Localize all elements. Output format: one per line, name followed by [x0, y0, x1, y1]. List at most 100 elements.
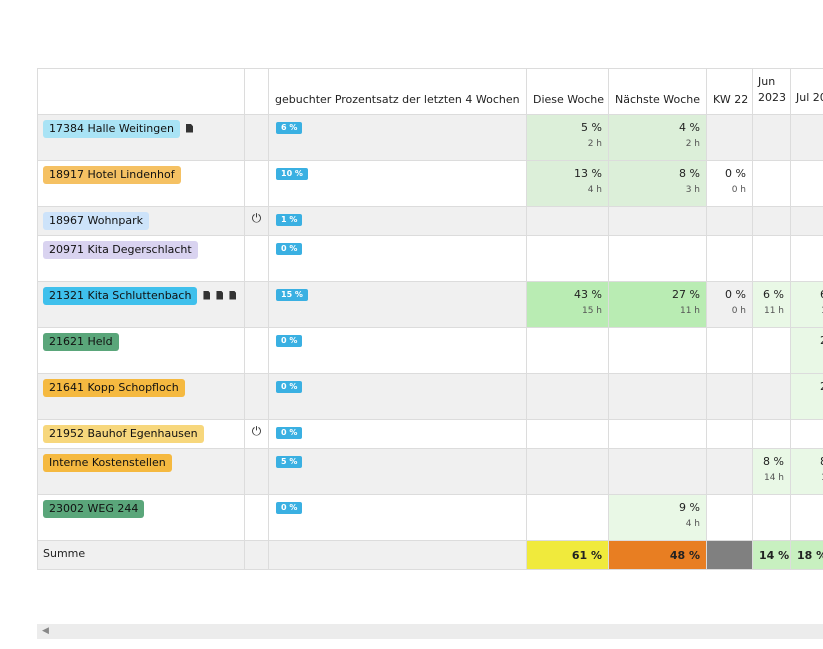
week-jun-cell[interactable]: [752, 327, 791, 374]
week-next_week-cell[interactable]: [608, 448, 707, 495]
week-jun-cell[interactable]: [752, 114, 791, 161]
percent-value: 27 %: [672, 288, 700, 301]
hours-value: 2 h: [685, 139, 700, 149]
table-row[interactable]: 18967 Wohnpark ⏻ 1 %: [37, 206, 823, 236]
project-badge[interactable]: 21321 Kita Schluttenbach: [43, 287, 198, 305]
power-icon[interactable]: ⏻: [246, 424, 268, 439]
table-row[interactable]: 21321 Kita Schluttenbach 15 % 43 % 15 h 27 %…: [37, 281, 823, 328]
week-kw22-cell[interactable]: 0 % 0 h: [706, 281, 753, 328]
week-this_week-cell[interactable]: [526, 327, 609, 374]
project-badge[interactable]: 20971 Kita Degerschlacht: [43, 241, 198, 259]
header-next-week[interactable]: Nächste Woche: [608, 68, 707, 115]
table-row[interactable]: 21621 Held 0 % 2 %4 h: [37, 327, 823, 374]
percent-value: 13 %: [574, 167, 602, 180]
table-row[interactable]: 23002 WEG 244 0 % 9 % 4 h: [37, 494, 823, 541]
header-icon: [244, 68, 269, 115]
summary-row: Summe 61 %48 % 14 %18 %: [37, 540, 823, 570]
project-badge[interactable]: 21952 Bauhof Egenhausen: [43, 425, 204, 443]
project-badge[interactable]: 18917 Hotel Lindenhof: [43, 166, 181, 184]
week-jun-cell[interactable]: [752, 206, 791, 236]
week-jul-cell[interactable]: [790, 206, 823, 236]
week-jul-cell[interactable]: [790, 235, 823, 282]
week-jul-cell[interactable]: [790, 419, 823, 449]
project-badge[interactable]: 18967 Wohnpark: [43, 212, 150, 230]
week-next_week-cell[interactable]: [608, 373, 707, 420]
header-jun-2023[interactable]: Jun 2023: [752, 68, 791, 115]
document-icon[interactable]: [203, 290, 211, 300]
header-kw22[interactable]: KW 22: [706, 68, 753, 115]
week-this_week-cell[interactable]: [526, 373, 609, 420]
week-jun-cell[interactable]: [752, 373, 791, 420]
arrow-left-icon[interactable]: ◀: [42, 626, 49, 636]
hours-value: 3 h: [685, 185, 700, 195]
week-kw22-cell[interactable]: [706, 206, 753, 236]
week-this_week-cell[interactable]: 13 % 4 h: [526, 160, 609, 207]
week-jul-cell[interactable]: 2 %4 h: [790, 327, 823, 374]
hours-value: 15 h: [581, 306, 602, 316]
week-jul-cell[interactable]: 8 %14 h: [790, 448, 823, 495]
table-row[interactable]: Interne Kostenstellen5 %8 %14 h8 %14 h: [37, 448, 823, 495]
week-jul-cell[interactable]: [790, 114, 823, 161]
week-this_week-cell[interactable]: 43 % 15 h: [526, 281, 609, 328]
week-jun-cell[interactable]: 8 % 14 h: [752, 448, 791, 495]
project-badge[interactable]: Interne Kostenstellen: [43, 454, 172, 472]
week-this_week-cell[interactable]: [526, 206, 609, 236]
document-icon[interactable]: [229, 290, 237, 300]
header-jul-2023[interactable]: Jul 2023: [790, 68, 823, 115]
week-kw22-cell[interactable]: 0 % 0 h: [706, 160, 753, 207]
week-kw22-cell[interactable]: [706, 448, 753, 495]
percentage-badge: 0 %: [276, 335, 303, 347]
table-row[interactable]: 17384 Halle Weitingen 6 % 5 % 2 h 4 % 2 h: [37, 114, 823, 161]
project-badge[interactable]: 21621 Held: [43, 333, 119, 351]
week-kw22-cell[interactable]: [706, 327, 753, 374]
hours-value: 11 h: [679, 306, 700, 316]
table-row[interactable]: 18917 Hotel Lindenhof 10 % 13 % 4 h 8 % 3 h 0 …: [37, 160, 823, 207]
week-jul-cell[interactable]: 2 %4 h: [790, 373, 823, 420]
week-next_week-cell[interactable]: 8 % 3 h: [608, 160, 707, 207]
document-icon[interactable]: [216, 290, 224, 300]
week-next_week-cell[interactable]: 9 % 4 h: [608, 494, 707, 541]
week-jun-cell[interactable]: [752, 235, 791, 282]
project-badge[interactable]: 23002 WEG 244: [43, 500, 145, 518]
week-kw22-cell[interactable]: [706, 114, 753, 161]
project-cell: 18967 Wohnpark: [37, 206, 245, 236]
week-jun-cell[interactable]: [752, 419, 791, 449]
week-jul-cell[interactable]: 6 %11 h: [790, 281, 823, 328]
summary-label: Summe: [37, 540, 245, 570]
project-badge[interactable]: 21641 Kopp Schopfloch: [43, 379, 185, 397]
week-this_week-cell[interactable]: [526, 419, 609, 449]
week-jun-cell[interactable]: 6 % 11 h: [752, 281, 791, 328]
percent-value: 43 %: [574, 288, 602, 301]
week-this_week-cell[interactable]: [526, 448, 609, 495]
hours-value: 14 h: [763, 473, 784, 483]
week-next_week-cell[interactable]: [608, 419, 707, 449]
week-kw22-cell[interactable]: [706, 494, 753, 541]
week-next_week-cell[interactable]: 4 % 2 h: [608, 114, 707, 161]
week-kw22-cell[interactable]: [706, 419, 753, 449]
week-kw22-cell[interactable]: [706, 373, 753, 420]
header-this-week[interactable]: Diese Woche: [526, 68, 609, 115]
project-cell: 18917 Hotel Lindenhof: [37, 160, 245, 207]
week-jun-cell[interactable]: [752, 160, 791, 207]
week-jul-cell[interactable]: [790, 494, 823, 541]
document-icon[interactable]: [186, 123, 193, 133]
hours-value: 0 h: [731, 306, 746, 316]
header-percentage: gebuchter Prozentsatz der letzten 4 Woch…: [268, 68, 527, 115]
week-this_week-cell[interactable]: 5 % 2 h: [526, 114, 609, 161]
table-row[interactable]: 20971 Kita Degerschlacht 0 %: [37, 235, 823, 282]
week-jun-cell[interactable]: [752, 494, 791, 541]
week-jul-cell[interactable]: [790, 160, 823, 207]
week-next_week-cell[interactable]: [608, 235, 707, 282]
project-badge[interactable]: 17384 Halle Weitingen: [43, 120, 180, 138]
week-next_week-cell[interactable]: [608, 206, 707, 236]
table-row[interactable]: 21952 Bauhof Egenhausen ⏻ 0 %: [37, 419, 823, 449]
horizontal-scrollbar[interactable]: ◀: [37, 624, 823, 639]
week-this_week-cell[interactable]: [526, 235, 609, 282]
week-this_week-cell[interactable]: [526, 494, 609, 541]
week-kw22-cell[interactable]: [706, 235, 753, 282]
percentage-cell: 15 %: [268, 281, 527, 328]
week-next_week-cell[interactable]: 27 % 11 h: [608, 281, 707, 328]
power-icon[interactable]: ⏻: [246, 211, 268, 226]
table-row[interactable]: 21641 Kopp Schopfloch 0 % 2 %4 h: [37, 373, 823, 420]
week-next_week-cell[interactable]: [608, 327, 707, 374]
